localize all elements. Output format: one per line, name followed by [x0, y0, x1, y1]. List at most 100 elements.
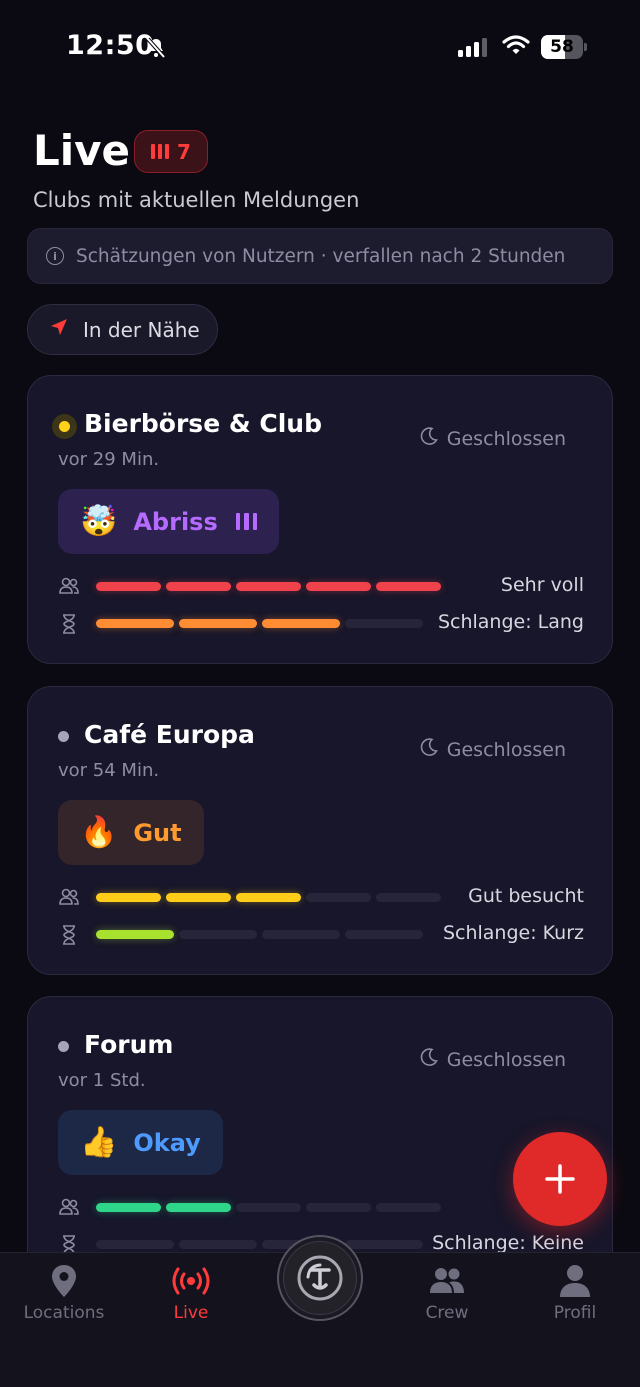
queue-segment: [96, 1240, 174, 1249]
crowd-segment: [96, 893, 161, 902]
report-age: vor 1 Std.: [58, 1070, 146, 1091]
info-text: Schätzungen von Nutzern · verfallen nach…: [76, 245, 566, 267]
crowd-segment: [236, 582, 301, 591]
app-logo-icon: [297, 1255, 343, 1301]
crowd-segment: [376, 582, 441, 591]
opening-status: Geschlossen: [419, 737, 566, 762]
plus-icon: [545, 1164, 575, 1194]
queue-label: Schlange: Kurz: [442, 922, 584, 944]
crowd-row: N: [58, 1195, 584, 1221]
crowd-level-bar: [96, 1203, 441, 1212]
nav-label-locations: Locations: [23, 1303, 105, 1323]
mood-emoji-icon: 👍: [80, 1125, 118, 1160]
location-pin-icon: [52, 1265, 76, 1297]
queue-segment: [262, 619, 340, 628]
cellular-signal-icon: [458, 37, 487, 57]
crowd-segment: [236, 893, 301, 902]
crew-icon: [430, 1268, 464, 1293]
club-card[interactable]: Bierbörse & Club vor 29 Min. Geschlossen 🤯 A…: [27, 375, 613, 664]
moon-icon: [419, 737, 439, 762]
report-age: vor 29 Min.: [58, 449, 160, 470]
bottom-navigation: Locations Live Crew Profil: [0, 1235, 640, 1387]
info-icon: i: [46, 247, 64, 265]
nav-item-live[interactable]: Live: [127, 1263, 255, 1323]
activity-dot: [58, 731, 69, 742]
status-bar: 12:50 58: [0, 0, 640, 96]
location-arrow-icon: [49, 317, 69, 342]
live-count: 7: [177, 139, 191, 164]
crowd-segment: [166, 582, 231, 591]
opening-status: Geschlossen: [419, 426, 566, 451]
queue-segment: [179, 930, 257, 939]
level-bars-icon: [151, 144, 170, 159]
crowd-segment: [306, 1203, 371, 1212]
battery-indicator: 58: [541, 35, 587, 59]
crowd-icon: [58, 1197, 80, 1221]
mood-level-icon: [235, 513, 258, 530]
activity-dot: [58, 1041, 69, 1052]
crowd-icon: [58, 887, 80, 911]
club-name: Café Europa: [84, 720, 255, 749]
crowd-level-bar: [96, 582, 441, 591]
crowd-row: Gut besucht: [58, 885, 584, 911]
mood-badge: 👍 Okay: [58, 1110, 223, 1175]
crowd-row: Sehr voll: [58, 574, 584, 600]
mood-emoji-icon: 🤯: [80, 504, 118, 539]
report-age: vor 54 Min.: [58, 760, 160, 781]
queue-segment: [179, 619, 257, 628]
crowd-segment: [306, 582, 371, 591]
mood-badge: 🔥 Gut: [58, 800, 204, 865]
crowd-label: Sehr voll: [500, 574, 584, 596]
nav-label-crew: Crew: [425, 1303, 469, 1323]
queue-label: Schlange: Keine: [432, 1232, 584, 1254]
crowd-level-bar: [96, 893, 441, 902]
profile-icon: [560, 1265, 590, 1297]
crowd-segment: [236, 1203, 301, 1212]
hourglass-icon: [58, 613, 80, 639]
page-title: Live: [33, 126, 131, 175]
nav-label-profil: Profil: [553, 1303, 597, 1323]
moon-icon: [419, 426, 439, 451]
nav-item-profil[interactable]: Profil: [511, 1263, 639, 1323]
nearby-filter-label: In der Nähe: [83, 317, 200, 342]
queue-segment: [262, 930, 340, 939]
queue-segment: [345, 1240, 423, 1249]
queue-row: Schlange: Kurz: [58, 922, 584, 946]
crowd-segment: [306, 893, 371, 902]
bell-muted-icon: [144, 36, 168, 64]
wifi-icon: [502, 34, 530, 60]
opening-status: Geschlossen: [419, 1047, 566, 1072]
nearby-filter-chip[interactable]: In der Nähe: [27, 304, 218, 355]
queue-level-bar: [96, 930, 423, 939]
live-count-badge: 7: [134, 130, 208, 173]
battery-percentage: 58: [550, 37, 574, 57]
opening-status-label: Geschlossen: [446, 427, 566, 450]
crowd-segment: [96, 1203, 161, 1212]
queue-segment: [96, 619, 174, 628]
nav-label-live: Live: [173, 1303, 209, 1323]
crowd-icon: [58, 576, 80, 600]
crowd-label: Gut besucht: [468, 885, 584, 907]
page-subtitle: Clubs mit aktuellen Meldungen: [33, 188, 360, 212]
info-banner: i Schätzungen von Nutzern · verfallen na…: [27, 228, 613, 284]
queue-label: Schlange: Lang: [437, 611, 584, 633]
mood-label: Gut: [133, 818, 182, 847]
opening-status-label: Geschlossen: [446, 738, 566, 761]
mood-label: Abriss: [133, 507, 218, 536]
nav-item-crew[interactable]: Crew: [383, 1263, 511, 1323]
queue-segment: [345, 619, 423, 628]
nav-item-locations[interactable]: Locations: [0, 1263, 128, 1323]
crowd-segment: [166, 893, 231, 902]
home-logo-button[interactable]: [277, 1235, 363, 1321]
queue-level-bar: [96, 619, 423, 628]
queue-row: Schlange: Lang: [58, 611, 584, 635]
crowd-segment: [376, 1203, 441, 1212]
mood-badge: 🤯 Abriss: [58, 489, 280, 554]
activity-dot: [52, 414, 77, 439]
club-name: Bierbörse & Club: [84, 409, 322, 438]
club-card[interactable]: Café Europa vor 54 Min. Geschlossen 🔥 Gut Gut…: [27, 686, 613, 975]
live-broadcast-icon: [172, 1267, 210, 1295]
add-report-button[interactable]: [513, 1132, 607, 1226]
mood-emoji-icon: 🔥: [80, 815, 118, 850]
status-time: 12:50: [66, 30, 155, 61]
